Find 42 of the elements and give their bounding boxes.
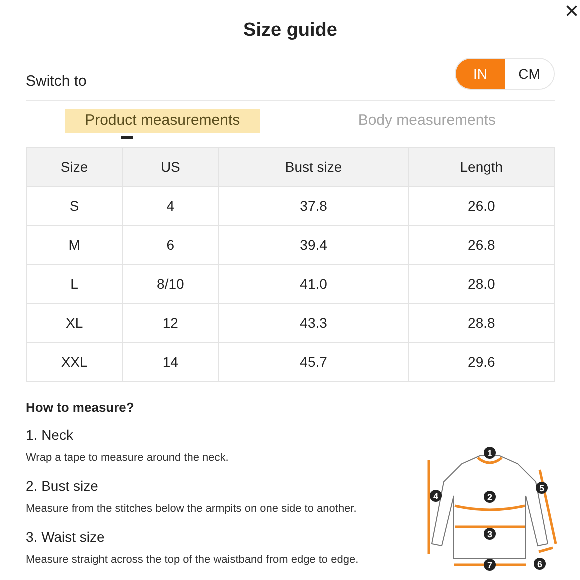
table-cell: 29.6 <box>408 342 554 382</box>
table-cell: L <box>26 264 123 304</box>
column-header: US <box>122 148 219 186</box>
table-cell: 8/10 <box>122 264 219 304</box>
dialog-title: Size guide <box>242 19 338 42</box>
table-cell: 45.7 <box>218 342 409 382</box>
number-marker: 3 <box>484 528 496 540</box>
measurement-tab[interactable]: Product measurements <box>65 109 260 141</box>
step-description: Wrap a tape to measure around the neck. <box>26 452 229 464</box>
number-marker: 7 <box>484 559 496 571</box>
table-cell: 41.0 <box>218 264 409 304</box>
table-cell: 6 <box>122 226 219 264</box>
table-cell: 39.4 <box>218 226 409 264</box>
number-marker: 1 <box>484 447 496 459</box>
table-cell: 4 <box>122 186 219 226</box>
number-marker: 4 <box>430 490 442 502</box>
switch-label: Switch to <box>26 72 87 90</box>
table-cell: S <box>26 186 123 226</box>
step-description: Measure straight across the top of the waistband from edge to edge. <box>26 554 359 566</box>
table-cell: 28.8 <box>408 304 554 342</box>
table-cell: XXL <box>26 342 123 382</box>
step-description: Measure from the stitches below the armpits on one side to another. <box>26 503 357 515</box>
table-cell: 26.0 <box>408 186 554 226</box>
section-heading: How to measure? <box>26 400 136 415</box>
number-marker: 2 <box>484 491 496 503</box>
step-title: 3. Waist size <box>26 529 105 545</box>
step-title: 2. Bust size <box>26 478 98 494</box>
table-cell: 14 <box>122 342 219 382</box>
table-cell: 12 <box>122 304 219 342</box>
table-cell: 28.0 <box>408 264 554 304</box>
close-button[interactable]: × <box>564 0 579 24</box>
table-cell: M <box>26 226 123 264</box>
number-marker: 6 <box>534 558 546 570</box>
table-cell: 26.8 <box>408 226 554 264</box>
number-marker: 5 <box>536 482 548 494</box>
table-cell: 37.8 <box>218 186 409 226</box>
table-cell: XL <box>26 304 123 342</box>
column-header: Bust size <box>218 148 409 186</box>
step-title: 1. Neck <box>26 427 74 443</box>
column-header: Length <box>408 148 554 186</box>
column-header: Size <box>26 148 123 186</box>
table-cell: 43.3 <box>218 304 409 342</box>
